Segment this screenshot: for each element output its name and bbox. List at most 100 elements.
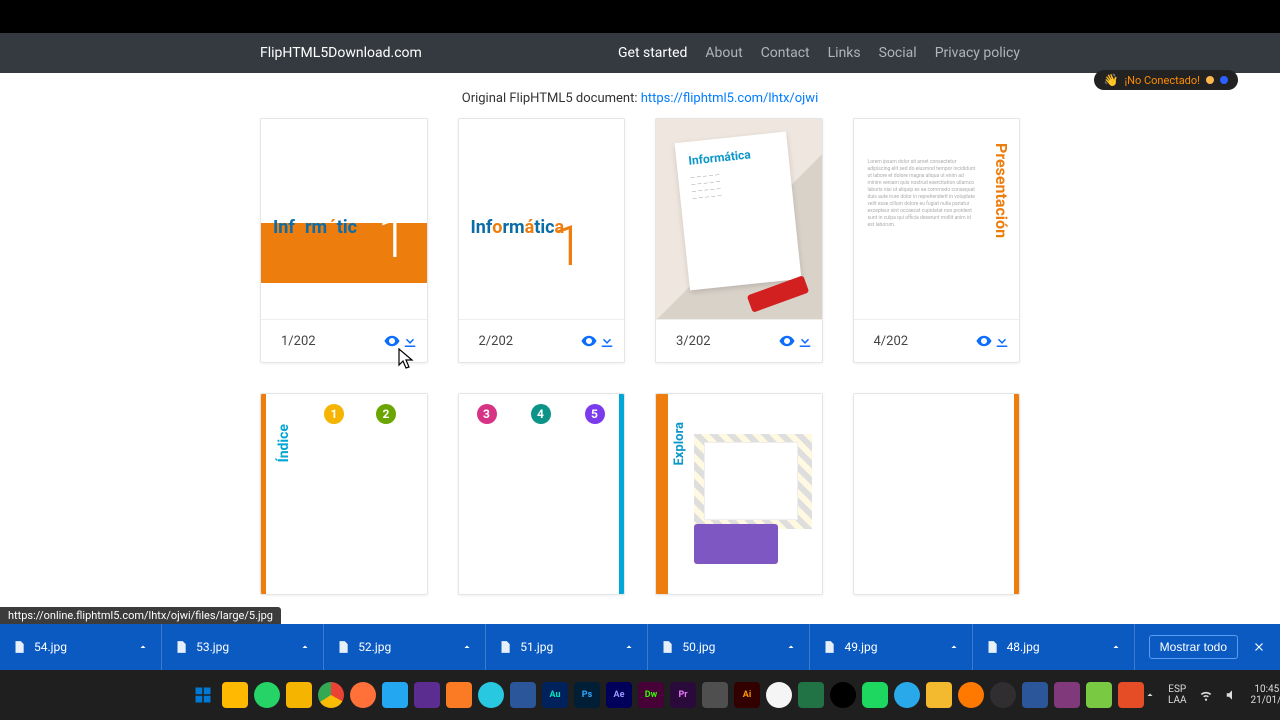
- view-icon[interactable]: [383, 332, 401, 350]
- thumb-7[interactable]: Explora 🔒: [656, 394, 822, 594]
- chevron-up-icon[interactable]: [1110, 641, 1122, 653]
- nav-social[interactable]: Social: [879, 45, 917, 61]
- camtasia-icon[interactable]: [1118, 682, 1144, 708]
- file-icon: [498, 640, 512, 654]
- chevron-up-icon[interactable]: [623, 641, 635, 653]
- dreamweaver-icon[interactable]: Dw: [638, 682, 664, 708]
- github-icon[interactable]: [766, 682, 792, 708]
- chevron-up-icon[interactable]: [785, 641, 797, 653]
- clock[interactable]: 10:45 a. m. 21/01/2023: [1251, 684, 1280, 706]
- page-card-3: Informática— — — — —— — — — —— — — — —— …: [655, 118, 823, 363]
- nav-get-started[interactable]: Get started: [618, 45, 687, 61]
- chevron-up-icon[interactable]: [299, 641, 311, 653]
- binance-icon[interactable]: [926, 682, 952, 708]
- audition-icon[interactable]: Au: [542, 682, 568, 708]
- avast-icon[interactable]: [958, 682, 984, 708]
- download-item[interactable]: 48.jpg: [973, 624, 1135, 670]
- thumb-1[interactable]: Informática: [261, 119, 427, 319]
- terminal-icon[interactable]: [702, 682, 728, 708]
- bloque-2-icon: 2: [376, 404, 396, 424]
- download-icon[interactable]: [401, 332, 419, 350]
- chevron-up-icon[interactable]: [461, 641, 473, 653]
- app2-icon[interactable]: [1086, 682, 1112, 708]
- file-icon: [336, 640, 350, 654]
- page-card-6: 3 4 5 🔒: [458, 393, 626, 595]
- download-icon[interactable]: [993, 332, 1011, 350]
- card-footer: 4/202: [854, 319, 1020, 362]
- download-item[interactable]: 50.jpg: [648, 624, 810, 670]
- page-card-2: Informática 2/202: [458, 118, 626, 363]
- telegram-icon[interactable]: [894, 682, 920, 708]
- visualstudio-icon[interactable]: [414, 682, 440, 708]
- premiere-icon[interactable]: Pr: [670, 682, 696, 708]
- downloads-bar: 54.jpg 53.jpg 52.jpg 51.jpg 50.jpg 49.jp…: [0, 624, 1280, 670]
- volume-icon[interactable]: [1225, 688, 1239, 702]
- thumb7-pane: [704, 442, 798, 520]
- thumb-6[interactable]: 3 4 5 🔒: [459, 394, 625, 594]
- edge-icon[interactable]: [478, 682, 504, 708]
- nav-about[interactable]: About: [705, 45, 742, 61]
- page-number: 1/202: [269, 334, 383, 349]
- whatsapp-icon[interactable]: [254, 682, 280, 708]
- windows-taskbar: Au Ps Ae Dw Pr Ai ESP LAA 10:45 a. m. 21…: [0, 670, 1280, 720]
- thumb1-title: Informática: [273, 217, 367, 238]
- chrome-icon[interactable]: [318, 682, 344, 708]
- thumb-5[interactable]: Índice 1 2 🔒: [261, 394, 427, 594]
- start-icon[interactable]: [190, 682, 216, 708]
- thumb-2[interactable]: Informática: [459, 119, 625, 319]
- word2-icon[interactable]: [1022, 682, 1048, 708]
- bloque-3-icon: 3: [477, 404, 497, 424]
- page-grid: Informática 1/202 Informática 2/202 Info…: [260, 118, 1020, 595]
- connection-badge[interactable]: 👋 ¡No Conectado!: [1094, 70, 1238, 90]
- chevron-up-icon[interactable]: [137, 641, 149, 653]
- taskbar-pinned: Au Ps Ae Dw Pr Ai: [190, 682, 1144, 708]
- download-icon[interactable]: [796, 332, 814, 350]
- download-icon[interactable]: [598, 332, 616, 350]
- language-indicator[interactable]: ESP LAA: [1168, 684, 1187, 706]
- thumb-3[interactable]: Informática— — — — —— — — — —— — — — —— …: [656, 119, 822, 319]
- spotify-icon[interactable]: [862, 682, 888, 708]
- download-item[interactable]: 51.jpg: [486, 624, 648, 670]
- show-all-button[interactable]: Mostrar todo: [1149, 635, 1238, 659]
- photoshop-icon[interactable]: Ps: [574, 682, 600, 708]
- download-item[interactable]: 54.jpg: [0, 624, 162, 670]
- vscode-icon[interactable]: [382, 682, 408, 708]
- word-icon[interactable]: [510, 682, 536, 708]
- thumb-4[interactable]: Presentación Lorem ipsum dolor sit amet …: [854, 119, 1020, 319]
- orig-link[interactable]: https://fliphtml5.com/lhtx/ojwi: [641, 91, 819, 106]
- download-item[interactable]: 53.jpg: [162, 624, 324, 670]
- thumb4-title: Presentación: [992, 143, 1011, 238]
- chevron-up-icon[interactable]: [1144, 689, 1156, 701]
- nav-contact[interactable]: Contact: [761, 45, 810, 61]
- nav-privacy[interactable]: Privacy policy: [935, 45, 1020, 61]
- page-content: Original FlipHTML5 document: https://fli…: [0, 73, 1280, 595]
- view-icon[interactable]: [580, 332, 598, 350]
- download-filename: 53.jpg: [196, 640, 229, 654]
- aftereffects-icon[interactable]: Ae: [606, 682, 632, 708]
- page-card-8: 🔒: [853, 393, 1021, 595]
- page-number: 4/202: [862, 334, 976, 349]
- onenote-icon[interactable]: [1054, 682, 1080, 708]
- download-filename: 51.jpg: [520, 640, 553, 654]
- site-brand[interactable]: FlipHTML5Download.com: [260, 45, 422, 61]
- firefox-icon[interactable]: [350, 682, 376, 708]
- xampp-icon[interactable]: [446, 682, 472, 708]
- download-item[interactable]: 49.jpg: [810, 624, 972, 670]
- illustrator-icon[interactable]: Ai: [734, 682, 760, 708]
- obs-icon[interactable]: [990, 682, 1016, 708]
- excel-icon[interactable]: [798, 682, 824, 708]
- stack-icon[interactable]: [286, 682, 312, 708]
- close-icon[interactable]: [1252, 640, 1266, 654]
- download-item[interactable]: 52.jpg: [324, 624, 486, 670]
- explorer-icon[interactable]: [222, 682, 248, 708]
- app-icon[interactable]: [830, 682, 856, 708]
- thumb7-title: Explora: [672, 422, 687, 466]
- nav-links-item[interactable]: Links: [828, 45, 861, 61]
- view-icon[interactable]: [975, 332, 993, 350]
- page-card-7: Explora 🔒: [655, 393, 823, 595]
- view-icon[interactable]: [778, 332, 796, 350]
- download-filename: 54.jpg: [34, 640, 67, 654]
- wifi-icon[interactable]: [1199, 688, 1213, 702]
- chevron-up-icon[interactable]: [948, 641, 960, 653]
- thumb-8[interactable]: 🔒: [854, 394, 1020, 594]
